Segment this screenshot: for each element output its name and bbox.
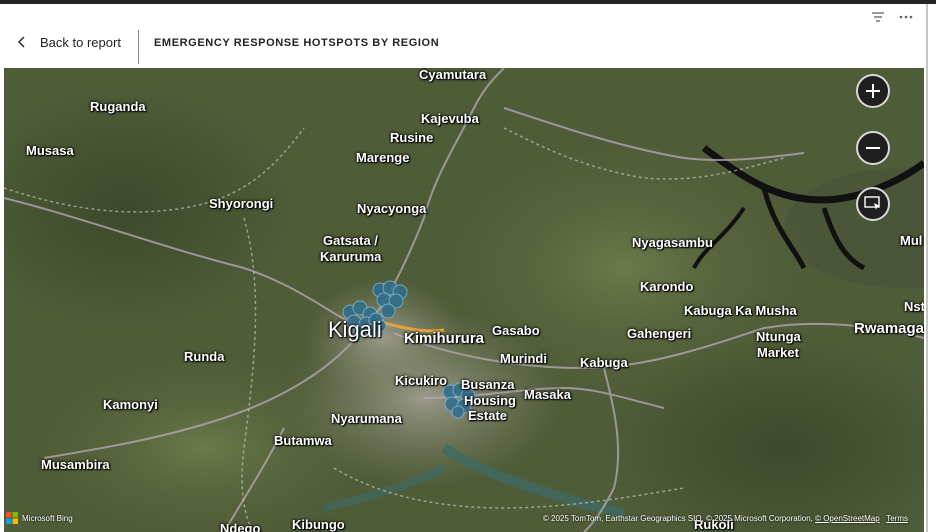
- map-label: Market: [757, 345, 799, 360]
- map-label: Marenge: [356, 150, 410, 165]
- select-area-button[interactable]: [856, 187, 890, 221]
- map-label: Kamonyi: [103, 397, 158, 412]
- map-label: Mul: [900, 233, 923, 248]
- map-label: Ruganda: [90, 99, 146, 114]
- map-label-city: Kigali: [328, 317, 382, 342]
- openstreetmap-link[interactable]: © OpenStreetMap: [815, 514, 880, 523]
- attribution-text: © 2025 TomTom, Earthstar Geographics SIO…: [542, 514, 816, 523]
- map-label: Nyacyonga: [357, 201, 427, 216]
- map-label: Kabuga: [580, 355, 628, 370]
- map-label: Nyagasambu: [632, 235, 713, 250]
- map-label: Musambira: [41, 457, 110, 472]
- terms-link[interactable]: Terms: [886, 514, 908, 523]
- map-label: Gatsata /: [323, 233, 378, 248]
- map-label: Rwamaga: [854, 320, 924, 337]
- map-label: Busanza: [461, 377, 515, 392]
- map-label: Butamwa: [274, 433, 332, 448]
- map-label: Kicukiro: [395, 373, 448, 388]
- more-options-icon[interactable]: [898, 9, 914, 25]
- map-label: Musasa: [26, 143, 74, 158]
- bing-logo: Microsoft Bing: [6, 512, 73, 524]
- map-label: Kimihurura: [404, 330, 485, 347]
- map-label: Estate: [468, 408, 508, 423]
- map-label: Gasabo: [492, 323, 540, 338]
- zoom-out-button[interactable]: [856, 131, 890, 165]
- map-attribution: © 2025 TomTom, Earthstar Geographics SIO…: [543, 514, 908, 523]
- map-label: Shyorongi: [209, 196, 274, 211]
- back-label: Back to report: [40, 34, 121, 50]
- map-label: Cyamutara: [419, 68, 487, 82]
- map-label: Runda: [184, 349, 225, 364]
- report-header: Back to report EMERGENCY RESPONSE HOTSPO…: [0, 4, 926, 64]
- window-border: [926, 4, 928, 532]
- page-title: EMERGENCY RESPONSE HOTSPOTS BY REGION: [154, 37, 440, 49]
- map-label: Masaka: [524, 387, 571, 402]
- minus-icon: [866, 147, 880, 149]
- map-label: Kajevuba: [421, 111, 479, 126]
- map-label: Gahengeri: [627, 326, 692, 341]
- visual-toolbar: [870, 9, 914, 25]
- map-label: Rusine: [390, 130, 434, 145]
- map-label: Housing: [464, 393, 516, 408]
- back-to-report-button[interactable]: Back to report: [14, 34, 121, 50]
- map-label: Kibungo: [292, 517, 345, 532]
- map-label: Nyarumana: [331, 411, 402, 426]
- map-visual[interactable]: Cyamutara Ruganda Kajevuba Musasa Rusine…: [4, 68, 924, 532]
- logo-text: Microsoft Bing: [22, 513, 73, 523]
- map-label: Karondo: [640, 279, 694, 294]
- map-label: Ndego: [220, 521, 261, 532]
- filter-icon[interactable]: [870, 9, 886, 25]
- satellite-imagery: [4, 68, 924, 532]
- chevron-left-icon: [14, 34, 30, 50]
- plus-icon: [866, 84, 880, 98]
- microsoft-logo-icon: [6, 512, 18, 524]
- header-divider: [138, 30, 139, 64]
- map-label: Murindi: [500, 351, 547, 366]
- map-label: Ntunga: [756, 329, 801, 344]
- map-label: Kabuga Ka Musha: [684, 303, 797, 318]
- select-area-icon: [864, 196, 880, 210]
- zoom-in-button[interactable]: [856, 74, 890, 108]
- map-label: Karuruma: [320, 249, 382, 264]
- map-label: Nst: [904, 299, 924, 314]
